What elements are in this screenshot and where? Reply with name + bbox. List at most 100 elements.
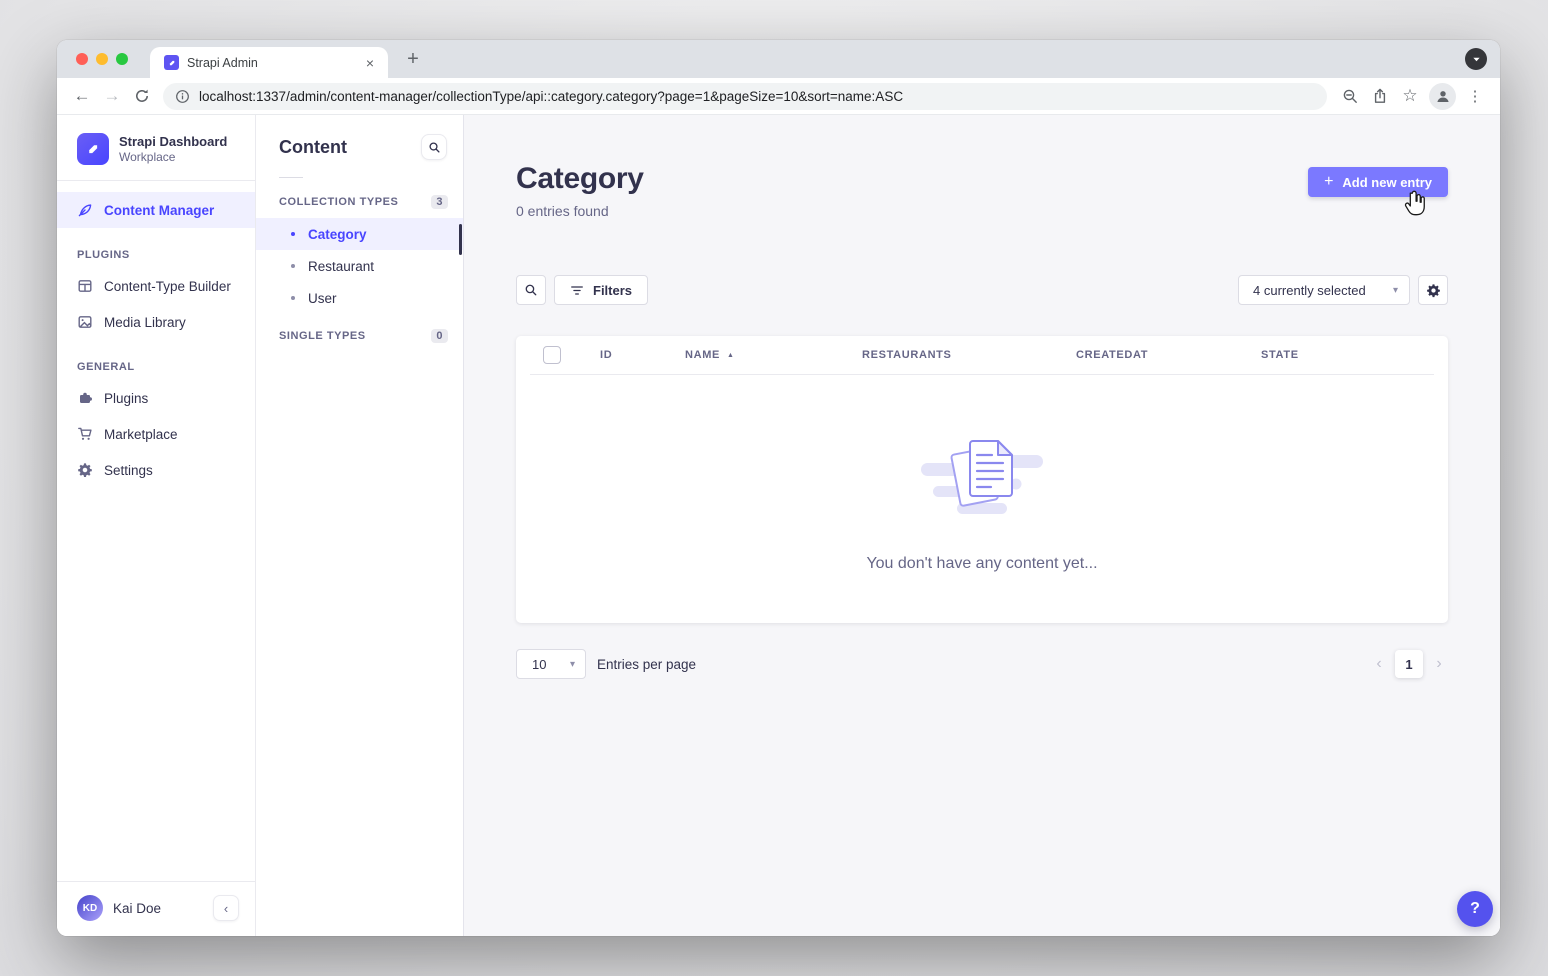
column-header-state[interactable]: STATE [1261,349,1299,361]
strapi-favicon-icon [164,55,179,70]
filters-button[interactable]: Filters [554,275,648,305]
subnav-item-label: User [308,291,337,306]
back-button[interactable]: ← [67,81,97,111]
sidebar-item-label: Content Manager [104,203,214,218]
divider [279,177,303,178]
subnav-item-restaurant[interactable]: Restaurant [256,250,463,282]
new-tab-button[interactable]: + [401,48,425,71]
chevron-down-icon: ▾ [570,659,575,670]
chevron-down-icon: ▾ [1393,285,1398,296]
collapse-sidebar-button[interactable]: ‹ [213,895,239,921]
entries-found-text: 0 entries found [516,203,609,219]
empty-documents-illustration [921,429,1043,521]
page-number-button[interactable]: 1 [1395,650,1423,678]
subnav-item-label: Restaurant [308,259,374,274]
collection-types-label: COLLECTION TYPES [279,196,398,208]
cart-icon [77,426,93,442]
empty-state: You don't have any content yet... [516,375,1448,573]
sort-ascending-icon: ▲ [727,352,735,359]
sidebar-user-footer: KD Kai Doe ‹ [57,881,255,936]
column-header-id[interactable]: ID [600,349,685,361]
strapi-admin-app: Strapi Dashboard Workplace Content Manag… [57,115,1500,936]
entries-table: ID NAME ▲ RESTAURANTS CREATEDAT STATE [516,336,1448,623]
forward-button[interactable]: → [97,81,127,111]
minimize-window-button[interactable] [96,53,108,65]
content-sub-navigation: Content COLLECTION TYPES 3 Category Rest… [256,115,464,936]
browser-profile-button[interactable] [1429,83,1456,110]
sidebar-item-label: Media Library [104,315,186,330]
sidebar-item-content-type-builder[interactable]: Content-Type Builder [57,268,255,304]
column-header-createdat[interactable]: CREATEDAT [1076,349,1261,361]
share-icon[interactable] [1365,81,1395,111]
url-text: localhost:1337/admin/content-manager/col… [199,89,903,104]
sidebar-item-marketplace[interactable]: Marketplace [57,416,255,452]
subnav-scrollbar-thumb[interactable] [459,224,462,255]
feather-pen-icon [77,202,93,218]
subnav-item-category[interactable]: Category [256,218,463,250]
close-window-button[interactable] [76,53,88,65]
reload-button[interactable] [127,81,157,111]
user-avatar: KD [77,895,103,921]
bullet-icon [291,232,295,236]
view-settings-button[interactable] [1418,275,1448,305]
displayed-fields-value: 4 currently selected [1253,283,1366,298]
sidebar-item-settings[interactable]: Settings [57,452,255,488]
zoom-window-button[interactable] [116,53,128,65]
sidebar-item-label: Plugins [104,391,148,406]
workspace-subtitle: Workplace [119,150,227,164]
single-types-count-badge: 0 [431,329,448,343]
previous-page-button[interactable]: ‹ [1370,655,1388,673]
workspace-title: Strapi Dashboard [119,134,227,150]
window-controls [76,53,128,65]
browser-tab[interactable]: Strapi Admin × [150,47,388,78]
divider [57,180,255,181]
collection-types-count-badge: 3 [431,195,448,209]
entries-per-page-label: Entries per page [597,657,696,672]
page-size-select[interactable]: 10 ▾ [516,649,586,679]
help-button[interactable]: ? [1457,891,1493,927]
site-info-icon[interactable] [175,89,190,104]
gear-icon [77,462,93,478]
add-new-entry-label: Add new entry [1342,175,1432,190]
filters-label: Filters [593,283,632,298]
sidebar-item-label: Content-Type Builder [104,279,231,294]
subnav-item-label: Category [308,227,367,242]
page-zoom-icon[interactable] [1335,81,1365,111]
strapi-logo-icon [77,133,109,165]
main-content: Category 0 entries found + Add new entry… [464,115,1500,936]
search-button[interactable] [516,275,546,305]
plus-icon: + [1324,174,1333,190]
sidebar-section-plugins: PLUGINS [57,228,255,268]
browser-menu-icon[interactable]: ⋮ [1460,81,1490,111]
bookmark-star-icon[interactable]: ☆ [1395,81,1425,111]
column-header-label: NAME [685,349,720,361]
sidebar-item-label: Settings [104,463,153,478]
sidebar-item-content-manager[interactable]: Content Manager [57,192,255,228]
tab-strip: Strapi Admin × + [57,40,1500,78]
workspace-brand: Strapi Dashboard Workplace [57,115,255,180]
pagination-bar: 10 ▾ Entries per page ‹ 1 › [516,649,1448,679]
sidebar-item-plugins[interactable]: Plugins [57,380,255,416]
displayed-fields-select[interactable]: 4 currently selected ▾ [1238,275,1410,305]
subnav-search-button[interactable] [421,134,447,160]
single-types-label: SINGLE TYPES [279,330,366,342]
image-icon [77,314,93,330]
tab-close-icon[interactable]: × [362,54,378,72]
sidebar-item-media-library[interactable]: Media Library [57,304,255,340]
subnav-item-user[interactable]: User [256,282,463,314]
add-new-entry-button[interactable]: + Add new entry [1308,167,1448,197]
filter-icon [570,285,584,296]
column-header-restaurants[interactable]: RESTAURANTS [862,349,1076,361]
bullet-icon [291,296,295,300]
page-title: Category [516,162,644,196]
puzzle-icon [77,390,93,406]
next-page-button[interactable]: › [1430,655,1448,673]
address-bar[interactable]: localhost:1337/admin/content-manager/col… [163,83,1327,110]
sidebar-item-label: Marketplace [104,427,178,442]
browser-updates-button[interactable] [1465,48,1487,70]
column-header-name[interactable]: NAME ▲ [685,349,862,361]
bullet-icon [291,264,295,268]
browser-toolbar: ← → localhost:1337/admin/content-manager… [57,78,1500,115]
user-name: Kai Doe [113,901,203,916]
select-all-checkbox[interactable] [543,346,561,364]
